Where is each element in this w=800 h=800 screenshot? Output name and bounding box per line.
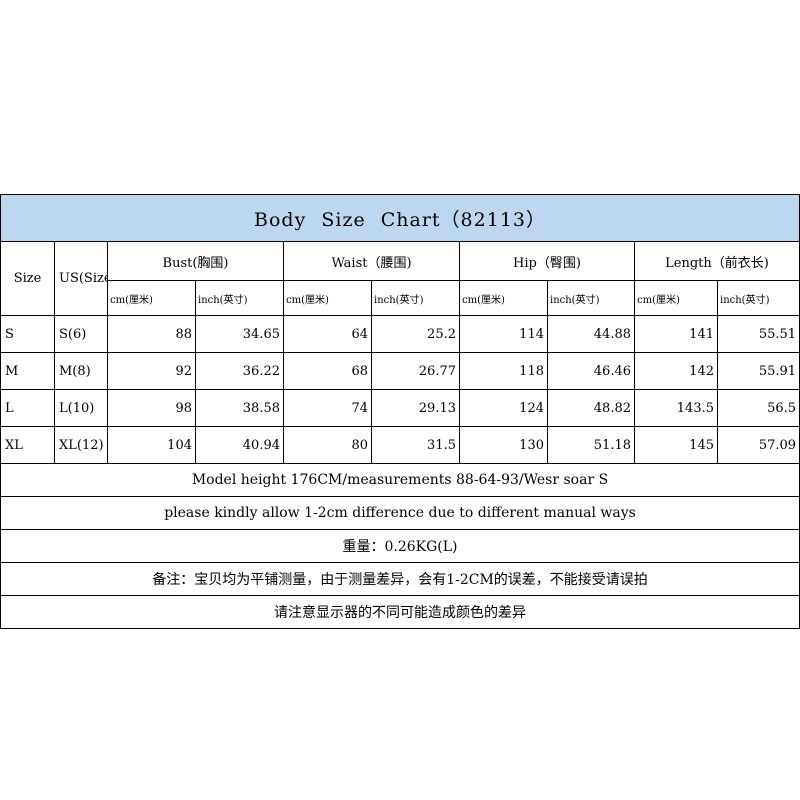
size-cell: S (0, 315, 55, 353)
us-size-cell: L(10) (54, 389, 108, 427)
us-size-cell: S(6) (54, 315, 108, 353)
value-cell: 64 (283, 315, 372, 353)
unit-header: inch(英寸) (547, 280, 635, 316)
value-cell: 44.88 (547, 315, 635, 353)
value-cell: 74 (283, 389, 372, 427)
size-cell: M (0, 352, 55, 390)
unit-header: cm(厘米) (634, 280, 718, 316)
value-cell: 29.13 (371, 389, 460, 427)
value-cell: 36.22 (195, 352, 284, 390)
value-cell: 92 (107, 352, 196, 390)
value-cell: 55.51 (716, 315, 800, 353)
value-cell: 57.09 (716, 426, 800, 464)
value-cell: 114 (459, 315, 548, 353)
value-cell: 104 (107, 426, 196, 464)
unit-header: inch(英寸) (716, 280, 800, 316)
value-cell: 142 (634, 352, 718, 390)
length-header: Length（前衣长) (633, 241, 800, 281)
table-row: M M(8) 92 36.22 68 26.77 118 46.46 142 5… (0, 352, 800, 390)
waist-header: Waist（腰围) (283, 241, 460, 281)
hip-header: Hip（臀围) (459, 241, 635, 281)
table-row: XL XL(12) 104 40.94 80 31.5 130 51.18 14… (0, 426, 800, 464)
value-cell: 98 (107, 389, 196, 427)
difference-note: please kindly allow 1-2cm difference due… (0, 496, 800, 530)
value-cell: 51.18 (547, 426, 635, 464)
value-cell: 68 (283, 352, 372, 390)
value-cell: 118 (459, 352, 548, 390)
size-cell: L (0, 389, 55, 427)
value-cell: 124 (459, 389, 548, 427)
us-size-cell: M(8) (54, 352, 108, 390)
size-header: Size (0, 241, 55, 316)
unit-header: cm(厘米) (107, 280, 196, 316)
bust-header: Bust(胸围) (107, 241, 284, 281)
us-size-header: US(Size) (54, 241, 108, 316)
value-cell: 143.5 (634, 389, 718, 427)
value-cell: 88 (107, 315, 196, 353)
table-row: S S(6) 88 34.65 64 25.2 114 44.88 141 55… (0, 315, 800, 353)
unit-header: inch(英寸) (371, 280, 460, 316)
value-cell: 130 (459, 426, 548, 464)
table-row: L L(10) 98 38.58 74 29.13 124 48.82 143.… (0, 389, 800, 427)
us-size-cell: XL(12) (54, 426, 108, 464)
value-cell: 55.91 (716, 352, 800, 390)
value-cell: 34.65 (195, 315, 284, 353)
value-cell: 46.46 (547, 352, 635, 390)
value-cell: 38.58 (195, 389, 284, 427)
unit-header: inch(英寸) (195, 280, 284, 316)
value-cell: 25.2 (371, 315, 460, 353)
chart-title: Body Size Chart（82113） (0, 194, 800, 242)
value-cell: 145 (634, 426, 718, 464)
value-cell: 48.82 (547, 389, 635, 427)
value-cell: 56.5 (716, 389, 800, 427)
size-chart-table: Body Size Chart（82113） Size US(Size) Bus… (0, 194, 800, 629)
value-cell: 141 (634, 315, 718, 353)
unit-header: cm(厘米) (283, 280, 372, 316)
model-note: Model height 176CM/measurements 88-64-93… (0, 463, 800, 497)
value-cell: 80 (283, 426, 372, 464)
unit-header: cm(厘米) (459, 280, 548, 316)
value-cell: 31.5 (371, 426, 460, 464)
remark-note: 备注：宝贝均为平铺测量，由于测量差异，会有1-2CM的误差，不能接受请误拍 (0, 562, 800, 596)
weight-note: 重量：0.26KG(L) (0, 529, 800, 563)
value-cell: 40.94 (195, 426, 284, 464)
color-note: 请注意显示器的不同可能造成颜色的差异 (0, 595, 800, 629)
value-cell: 26.77 (371, 352, 460, 390)
size-cell: XL (0, 426, 55, 464)
